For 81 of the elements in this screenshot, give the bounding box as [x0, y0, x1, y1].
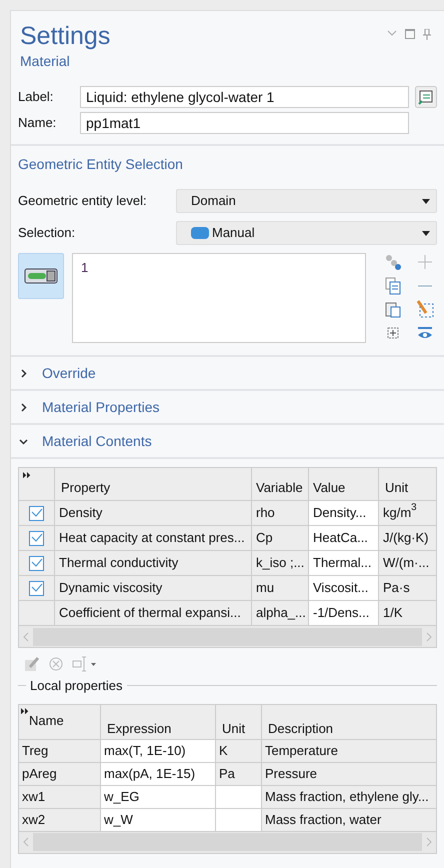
label-caption: Label: [18, 88, 54, 106]
chevron-down-icon [19, 436, 28, 446]
table-row[interactable]: Dynamic viscosity mu Viscosit... Pa·s [19, 575, 436, 600]
maximize-icon[interactable] [405, 29, 415, 39]
column-header[interactable]: Name [21, 714, 100, 728]
selection-caption: Selection: [18, 224, 76, 242]
table-cell-text: W/(m·... [382, 554, 430, 572]
reset-icon[interactable] [48, 656, 64, 672]
section-heading: Geometric Entity Selection [18, 155, 184, 174]
table-cell: -1/Dens... [309, 601, 379, 625]
column-header[interactable]: Description [262, 704, 436, 738]
entity-level-dropdown[interactable]: Domain [176, 189, 437, 213]
table-cell: Density... [309, 501, 379, 525]
checkbox-checked-icon[interactable] [29, 556, 44, 570]
selection-swatch-icon [191, 227, 209, 239]
checkbox-checked-icon[interactable] [29, 506, 44, 520]
expand-columns-icon[interactable] [21, 708, 29, 714]
name-caption: Name: [18, 114, 58, 132]
dropdown-caret-icon [422, 230, 430, 236]
table-cell-text: Pa·s [382, 579, 411, 598]
table-cell-text: Mass fraction, ethylene gly... [264, 788, 430, 806]
table-row[interactable]: Thermal conductivity k_iso ;... Thermal... W/(m·... [19, 550, 436, 575]
table-cell: max(T, 1E-10) [101, 740, 216, 762]
column-header[interactable]: Variable [252, 468, 309, 500]
table-cell: Viscosit... [309, 576, 379, 600]
table-cell: Dynamic viscosity [55, 576, 252, 600]
group-title: Local properties [30, 677, 122, 695]
table-cell: w_W [101, 808, 216, 830]
table-cell: Thermal... [309, 551, 379, 575]
table-cell-text: kg/m$^{3}$ [382, 501, 418, 522]
column-width-icon[interactable] [72, 656, 96, 672]
entity-level-caption: Geometric entity level: [18, 192, 148, 210]
clear-selection-icon[interactable] [416, 300, 434, 318]
section-header[interactable]: Override [11, 357, 444, 391]
table-cell: Heat capacity at constant pres... [55, 526, 252, 550]
column-header[interactable]: Property [55, 468, 252, 500]
table-cell: HeatCa... [309, 526, 379, 550]
selection-list-item[interactable]: 1 [81, 258, 357, 278]
table-cell: max(pA, 1E-15) [101, 762, 216, 784]
table-cell: K [216, 740, 262, 762]
checkbox-checked-icon[interactable] [29, 580, 44, 596]
toggle-switch-icon [24, 268, 58, 284]
edit-table-icon[interactable] [24, 656, 40, 672]
panel-title: Settings [20, 21, 110, 51]
link-nodes-icon[interactable] [384, 253, 402, 271]
table-cell: Thermal conductivity [55, 551, 252, 575]
table-cell: Density [55, 501, 252, 525]
clipboard-icon[interactable] [384, 300, 402, 318]
table-row[interactable]: Heat capacity at constant pres... Cp HeatCa... J/(kg·K) [19, 525, 436, 550]
table-cell: Pa [216, 762, 262, 784]
column-header[interactable]: Unit [379, 468, 435, 500]
table-cell-text: Pressure [264, 764, 318, 783]
panel-subtitle: Material [20, 52, 71, 71]
chevron-right-icon [19, 368, 28, 378]
column-header[interactable]: Expression [101, 704, 216, 738]
table-row[interactable]: Density rho Density... kg/m$^{3}$ [19, 500, 436, 525]
checkbox-checked-icon[interactable] [29, 530, 44, 546]
section-header[interactable]: Material Contents [11, 425, 444, 459]
table-cell-text: Temperature [264, 742, 339, 760]
selection-list-field[interactable]: 1 [72, 253, 366, 343]
label-input-field[interactable]: Liquid: ethylene glycol-water 1 [80, 86, 409, 108]
table-cell-text: 1/K [382, 604, 404, 622]
comment-icon[interactable] [415, 86, 437, 108]
expand-columns-icon[interactable] [23, 472, 31, 478]
name-input-field[interactable]: pp1mat1 [80, 112, 409, 134]
selection-dropdown[interactable]: Manual [176, 221, 437, 245]
dropdown-value: Domain [191, 192, 236, 210]
dropdown-value: Manual [212, 224, 255, 242]
table-cell-text: J/(kg·K) [382, 529, 430, 548]
table-cell-text: Mass fraction, water [264, 810, 382, 829]
copy-list-icon[interactable] [384, 276, 402, 294]
table-cell: w_EG [101, 786, 216, 808]
column-header[interactable]: Value [309, 468, 379, 500]
column-header[interactable]: Unit [216, 704, 262, 738]
plus-icon[interactable] [416, 253, 434, 271]
activate-toggle-button[interactable] [18, 253, 64, 299]
chevron-down-icon[interactable] [387, 29, 397, 37]
section-header[interactable]: Material Properties [11, 391, 444, 425]
chevron-right-icon [19, 402, 28, 412]
dropdown-caret-icon [422, 198, 430, 204]
pin-icon[interactable] [423, 29, 431, 40]
